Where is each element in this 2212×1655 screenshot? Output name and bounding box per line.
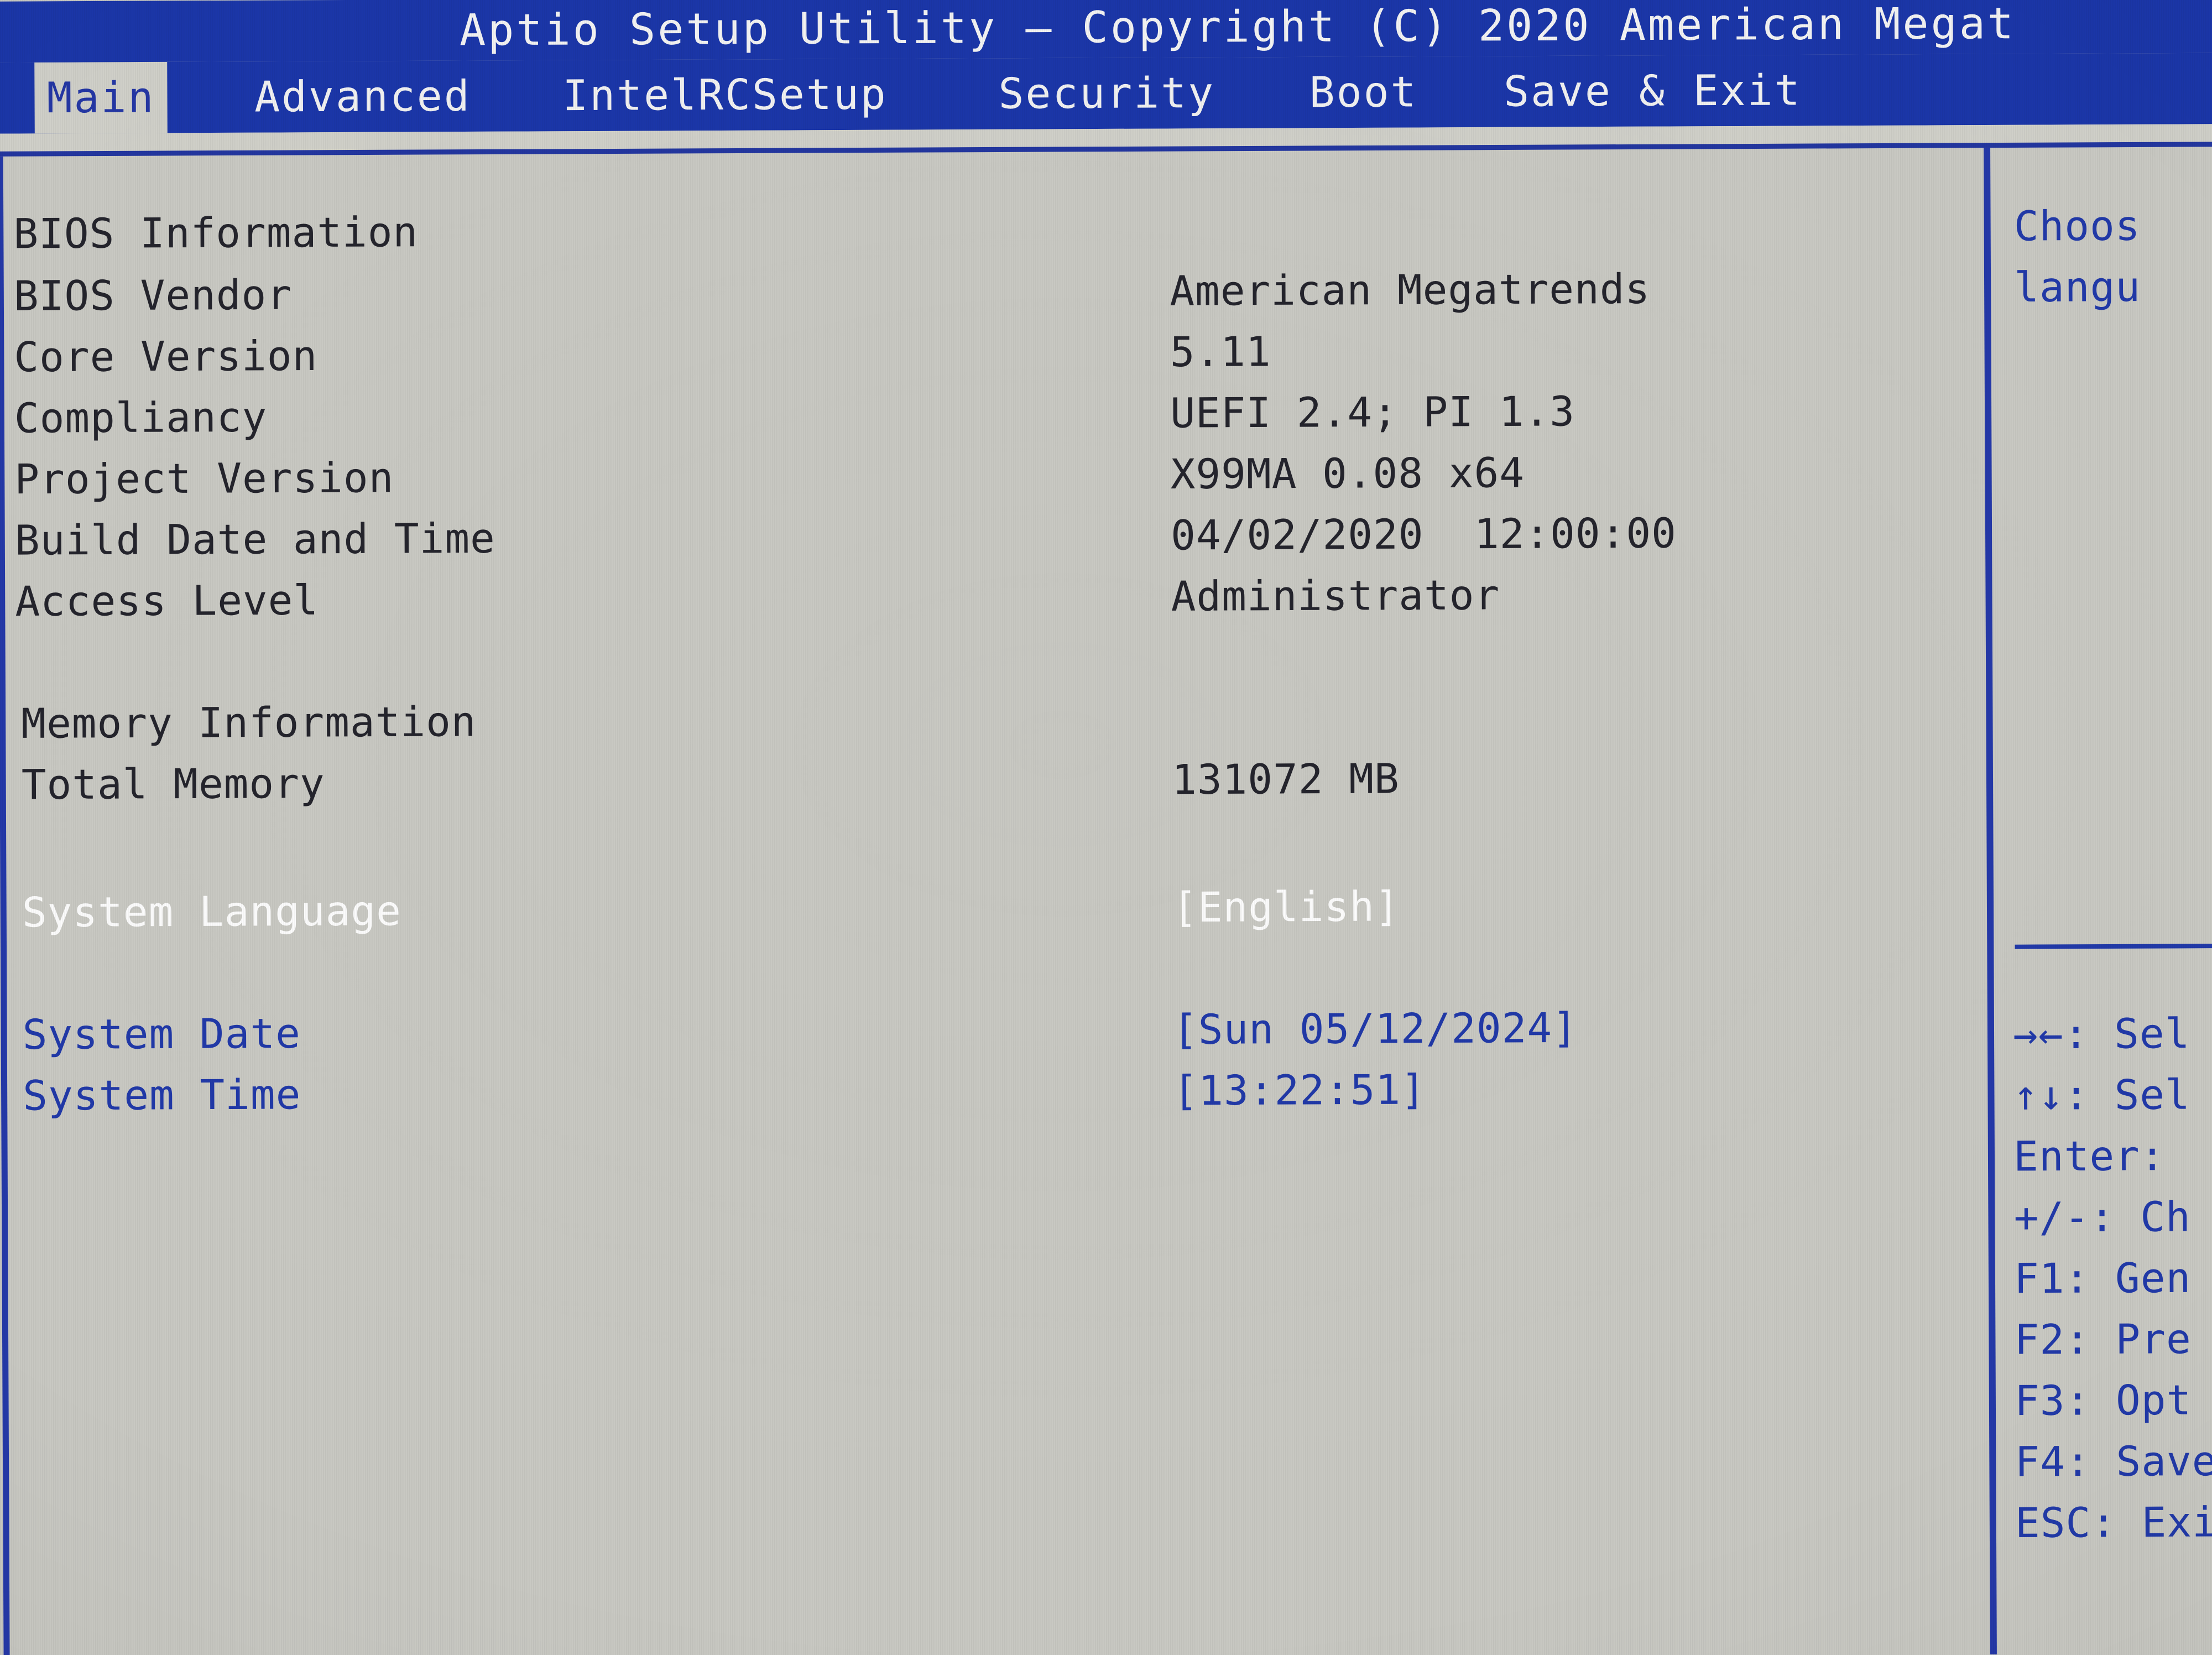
legend-select-item: ↑↓: Sel — [2013, 1071, 2190, 1120]
screen-tilt-wrapper: Aptio Setup Utility – Copyright (C) 2020… — [0, 0, 2212, 1655]
tab-advanced[interactable]: Advanced — [242, 60, 483, 132]
bios-information-heading: BIOS Information — [13, 208, 419, 258]
access-level-label: Access Level — [15, 576, 319, 626]
menu-tab-bar[interactable]: Main Advanced IntelRCSetup Security Boot… — [0, 53, 2212, 134]
core-version-value: 5.11 — [1170, 328, 1271, 377]
legend-f4-save-and-exit: F4: Save — [2015, 1437, 2212, 1486]
total-memory-value: 131072 MB — [1171, 755, 1400, 804]
legend-esc-exit: ESC: Exi — [2015, 1498, 2212, 1548]
system-date-label[interactable]: System Date — [23, 1010, 301, 1059]
bios-vendor-value: American Megatrends — [1170, 265, 1651, 315]
tab-intelrcsetup[interactable]: IntelRCSetup — [550, 59, 900, 131]
system-time-label[interactable]: System Time — [23, 1071, 301, 1120]
legend-f2-previous-values: F2: Pre — [2014, 1315, 2192, 1364]
legend-f3-optimized-defaults: F3: Opt — [2014, 1376, 2192, 1425]
build-date-and-time-value: 04/02/2020 12:00:00 — [1170, 509, 1677, 560]
project-version-value: X99MA 0.08 x64 — [1170, 449, 1525, 499]
legend-select-screen: →←: Sel — [2012, 1009, 2190, 1059]
project-version-label: Project Version — [14, 454, 394, 504]
bios-setup-screen: Aptio Setup Utility – Copyright (C) 2020… — [0, 0, 2212, 1655]
memory-information-heading: Memory Information — [21, 698, 477, 748]
tab-save-and-exit[interactable]: Save & Exit — [1491, 55, 1814, 127]
help-text-line-2: langu — [2014, 263, 2141, 312]
system-date-value[interactable]: [Sun 05/12/2024] — [1173, 1005, 1578, 1054]
legend-change-option: +/-: Ch — [2013, 1193, 2191, 1242]
system-time-value[interactable]: [13:22:51] — [1173, 1066, 1426, 1115]
help-panel-rule — [2015, 943, 2212, 949]
build-date-and-time-label: Build Date and Time — [14, 514, 495, 565]
help-panel: Choos langu →←: Sel ↑↓: Sel Enter: +/-: … — [1990, 147, 2212, 1654]
tab-main[interactable]: Main — [34, 61, 168, 134]
access-level-value: Administrator — [1171, 571, 1500, 621]
tab-boot[interactable]: Boot — [1297, 56, 1430, 128]
help-text-line-1: Choos — [2013, 202, 2141, 251]
page-title: Aptio Setup Utility – Copyright (C) 2020… — [459, 0, 2016, 56]
bios-vendor-label: BIOS Vendor — [13, 271, 293, 320]
legend-enter: Enter: — [2013, 1132, 2166, 1181]
system-language-label[interactable]: System Language — [22, 887, 401, 936]
compliancy-label: Compliancy — [14, 393, 268, 443]
core-version-label: Core Version — [14, 332, 318, 382]
main-content-area: BIOS Information BIOS Vendor Core Versio… — [3, 148, 1990, 1655]
total-memory-label: Total Memory — [21, 759, 325, 809]
system-language-value[interactable]: [English] — [1172, 883, 1400, 931]
title-bar: Aptio Setup Utility – Copyright (C) 2020… — [0, 0, 2212, 63]
compliancy-value: UEFI 2.4; PI 1.3 — [1170, 388, 1575, 438]
legend-f1-general-help: F1: Gen — [2013, 1254, 2192, 1303]
tab-security[interactable]: Security — [986, 57, 1227, 129]
